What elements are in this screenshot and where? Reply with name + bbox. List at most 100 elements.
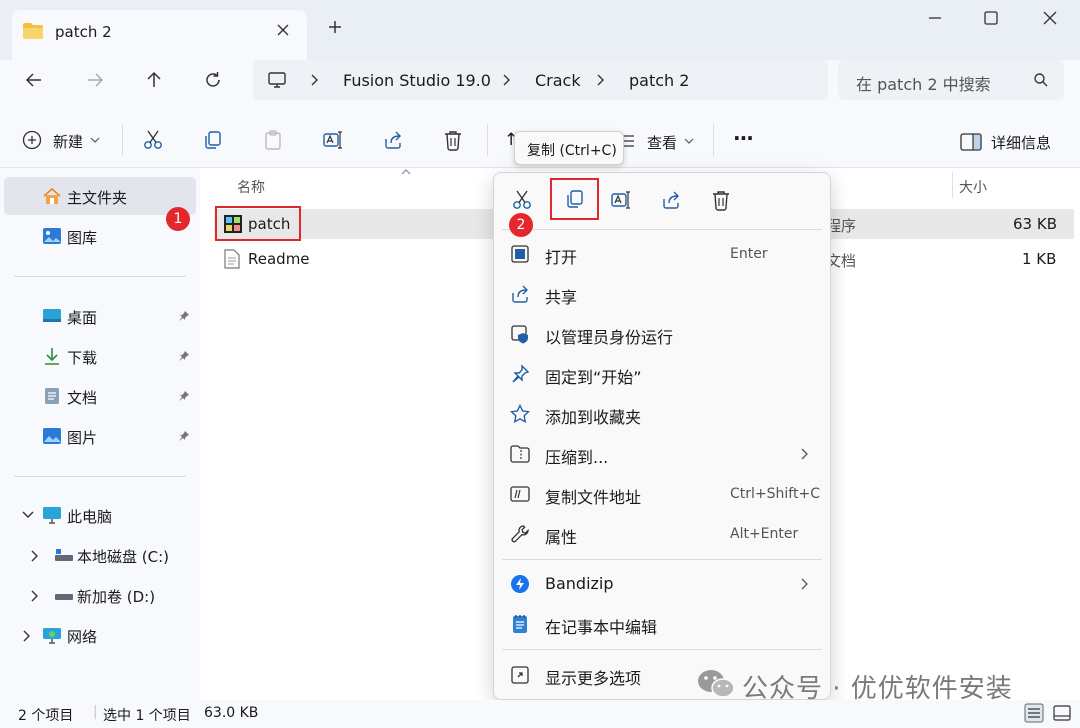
copy-button[interactable]: [550, 178, 599, 220]
close-tab-icon[interactable]: [275, 22, 291, 38]
menu-item-copy-path[interactable]: 复制文件地址 Ctrl+Shift+C: [494, 474, 830, 514]
view-button[interactable]: 查看: [620, 130, 700, 154]
up-button[interactable]: [144, 70, 164, 90]
sort-arrow-icon: [400, 168, 412, 176]
status-selected: 选中 1 个项目: [103, 708, 191, 724]
open-icon: [510, 244, 530, 264]
menu-item-label: 打开: [545, 248, 578, 267]
rename-icon[interactable]: [610, 189, 632, 211]
pin-icon[interactable]: [178, 390, 190, 402]
preview-view-icon[interactable]: [1052, 703, 1072, 723]
watermark-text: 公众号 · 优优软件安装: [742, 674, 1013, 704]
sidebar-item-drive-c[interactable]: 本地磁盘 (C:): [4, 536, 196, 574]
menu-item-shortcut: Ctrl+Shift+C: [730, 486, 820, 502]
sidebar-item-downloads[interactable]: 下载: [4, 337, 196, 375]
close-window-button[interactable]: [1040, 8, 1060, 28]
pin-icon: [510, 364, 530, 384]
breadcrumb-fusion-studio[interactable]: Fusion Studio 19.0: [343, 71, 491, 90]
pin-icon[interactable]: [178, 350, 190, 362]
file-size: 63 KB: [1013, 215, 1057, 233]
drive-icon: [54, 586, 74, 604]
pin-icon[interactable]: [178, 310, 190, 322]
breadcrumb[interactable]: Fusion Studio 19.0 Crack patch 2: [253, 60, 828, 100]
search-box[interactable]: 在 patch 2 中搜索: [838, 60, 1064, 100]
chevron-right-icon[interactable]: [30, 550, 40, 562]
paste-icon[interactable]: [262, 129, 284, 151]
back-button[interactable]: [24, 70, 44, 90]
sidebar-item-documents[interactable]: 文档: [4, 377, 196, 415]
menu-item-shortcut: Enter: [730, 246, 768, 262]
home-icon: [42, 187, 62, 205]
text-file-icon: [223, 249, 241, 269]
sidebar-item-home[interactable]: 主文件夹: [4, 177, 196, 215]
delete-icon[interactable]: [710, 189, 732, 211]
menu-item-properties[interactable]: 属性 Alt+Enter: [494, 514, 830, 554]
sidebar-item-pictures[interactable]: 图片: [4, 417, 196, 455]
share-icon[interactable]: [382, 129, 404, 151]
more-options-button[interactable]: ···: [733, 126, 754, 150]
maximize-button[interactable]: [981, 8, 1001, 28]
file-size: 1 KB: [1022, 250, 1057, 268]
menu-item-share[interactable]: 共享: [494, 274, 830, 314]
tab-patch-2[interactable]: patch 2: [12, 10, 307, 60]
sidebar-divider: [14, 276, 186, 277]
new-tab-button[interactable]: [327, 19, 343, 35]
sidebar-item-label: 网络: [67, 628, 98, 646]
search-input[interactable]: 在 patch 2 中搜索: [856, 71, 991, 95]
chevron-right-icon[interactable]: [22, 630, 32, 642]
chevron-right-icon[interactable]: [30, 590, 40, 602]
menu-item-label: 属性: [545, 528, 578, 547]
column-header-name[interactable]: 名称: [237, 177, 265, 197]
cut-icon[interactable]: [142, 129, 164, 151]
menu-item-bandizip[interactable]: Bandizip: [494, 564, 830, 604]
zip-folder-icon: [510, 444, 530, 464]
sidebar-item-label: 主文件夹: [67, 189, 128, 207]
status-divider: |: [93, 704, 98, 720]
new-button[interactable]: 新建: [22, 128, 112, 154]
status-size: 63.0 KB: [204, 705, 259, 721]
pin-icon[interactable]: [178, 430, 190, 442]
pictures-icon: [42, 427, 62, 445]
computer-icon: [267, 70, 287, 90]
chevron-down-icon[interactable]: [22, 510, 34, 520]
bandizip-icon: [510, 574, 530, 594]
sidebar-item-network[interactable]: 网络: [4, 616, 196, 654]
computer-icon: [42, 506, 62, 524]
forward-button[interactable]: [85, 70, 105, 90]
menu-separator: [502, 559, 822, 560]
menu-item-open[interactable]: 打开 Enter: [494, 234, 830, 274]
sidebar-item-label: 下载: [67, 349, 98, 367]
sidebar-item-this-pc[interactable]: 此电脑: [4, 496, 196, 534]
chevron-down-icon: [684, 137, 694, 145]
cut-icon[interactable]: [511, 189, 533, 211]
minimize-button[interactable]: [925, 8, 945, 28]
details-view-icon[interactable]: [1024, 703, 1044, 723]
menu-separator: [502, 229, 822, 230]
sidebar-item-label: 图库: [67, 229, 98, 247]
sidebar-item-label: 此电脑: [67, 508, 113, 526]
details-button[interactable]: 详细信息: [960, 130, 1060, 154]
menu-item-edit-in-notepad[interactable]: 在记事本中编辑: [494, 604, 830, 644]
chevron-right-icon: [595, 70, 607, 90]
plus-circle-icon: [22, 130, 42, 150]
sidebar-item-drive-d[interactable]: 新加卷 (D:): [4, 576, 196, 614]
menu-item-label: 复制文件地址: [545, 488, 642, 507]
refresh-button[interactable]: [203, 70, 223, 90]
breadcrumb-crack[interactable]: Crack: [535, 71, 581, 90]
file-name[interactable]: patch: [248, 215, 290, 233]
toolbar-divider: [122, 124, 123, 156]
file-name[interactable]: Readme: [248, 250, 310, 268]
menu-item-compress-to[interactable]: 压缩到...: [494, 434, 830, 474]
share-icon[interactable]: [660, 189, 682, 211]
menu-item-label: 固定到“开始”: [545, 368, 642, 387]
column-header-size[interactable]: 大小: [959, 177, 987, 197]
copy-icon[interactable]: [202, 129, 224, 151]
menu-item-pin-to-start[interactable]: 固定到“开始”: [494, 354, 830, 394]
rename-icon[interactable]: [322, 129, 344, 151]
delete-icon[interactable]: [442, 129, 464, 151]
breadcrumb-patch-2[interactable]: patch 2: [629, 71, 689, 90]
menu-item-add-to-favorites[interactable]: 添加到收藏夹: [494, 394, 830, 434]
sidebar-item-desktop[interactable]: 桌面: [4, 297, 196, 335]
menu-item-run-as-admin[interactable]: 以管理员身份运行: [494, 314, 830, 354]
new-button-label: 新建: [53, 133, 84, 151]
